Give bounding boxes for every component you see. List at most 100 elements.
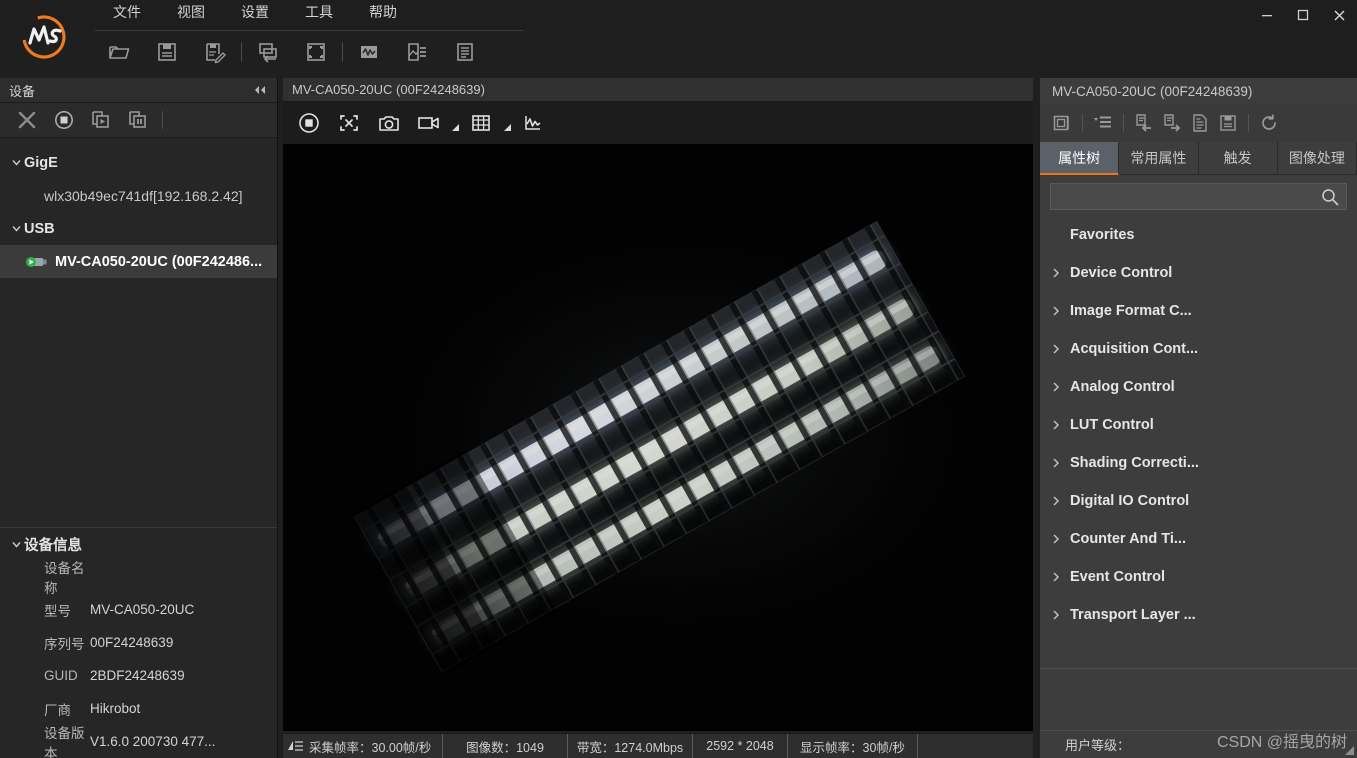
log-icon[interactable] [441, 32, 489, 72]
tab-property-tree[interactable]: 属性树 [1040, 142, 1120, 175]
camera-live-image[interactable] [283, 144, 1033, 731]
info-row-model: 型号 MV-CA050-20UC [0, 593, 277, 626]
save-icon[interactable] [143, 32, 191, 72]
search-icon[interactable] [1321, 188, 1339, 206]
device-info-header[interactable]: 设备信息 [0, 528, 277, 560]
device-link-icon[interactable] [244, 32, 292, 72]
status-label: 采集帧率：30.00帧/秒 [309, 740, 432, 755]
roi-frame-icon[interactable] [292, 32, 340, 72]
property-item-label: Counter And Ti... [1070, 531, 1186, 547]
device-toolbar-separator [162, 111, 163, 129]
chevron-right-icon [1052, 420, 1070, 430]
record-options-caret-icon[interactable] [449, 104, 461, 142]
close-button[interactable] [1321, 0, 1357, 30]
device-item-usb-0[interactable]: MV-CA050-20UC (00F242486... [0, 245, 277, 278]
minimize-button[interactable] [1249, 0, 1285, 30]
export-config-icon[interactable] [1158, 108, 1186, 138]
property-item-label: Digital IO Control [1070, 493, 1190, 509]
info-value: 2BDF24248639 [90, 668, 185, 683]
menu-file[interactable]: 文件 [95, 0, 159, 24]
info-key: 厂商 [44, 702, 71, 718]
property-item-label: Event Control [1070, 569, 1166, 585]
prop-separator-2 [1123, 114, 1124, 132]
property-item-label: LUT Control [1070, 417, 1154, 433]
property-item-event-control[interactable]: Event Control [1040, 558, 1357, 596]
property-item-label: Shading Correcti... [1070, 455, 1199, 471]
usb-camera-icon [26, 255, 48, 269]
stop-record-icon[interactable] [45, 105, 82, 135]
open-folder-icon[interactable] [95, 32, 143, 72]
save-as-icon[interactable] [191, 32, 239, 72]
video-record-icon[interactable] [409, 104, 449, 142]
property-item-digital-io-control[interactable]: Digital IO Control [1040, 482, 1357, 520]
expand-list-icon[interactable] [1089, 108, 1117, 138]
save-disk-icon[interactable] [1214, 108, 1242, 138]
property-item-label: Analog Control [1070, 379, 1175, 395]
collapse-left-icon[interactable] [251, 82, 269, 98]
search-input[interactable] [1051, 189, 1346, 204]
tab-trigger[interactable]: 触发 [1198, 142, 1278, 175]
captured-scene-photo [283, 144, 1033, 731]
chevron-right-icon [1052, 382, 1070, 392]
grid-options-caret-icon[interactable] [501, 104, 513, 142]
camera-snapshot-icon[interactable] [369, 104, 409, 142]
collapse-panel-icon[interactable] [1048, 108, 1076, 138]
image-panel-header: MV-CA050-20UC (00F24248639) [283, 78, 1033, 102]
search-box[interactable] [1050, 183, 1347, 210]
property-item-lut-control[interactable]: LUT Control [1040, 406, 1357, 444]
device-info-section: 设备信息 设备名称 型号 MV-CA050-20UC 序列号 00F242486… [0, 527, 277, 758]
property-item-label: Acquisition Cont... [1070, 341, 1199, 357]
property-item-favorites[interactable]: Favorites [1040, 216, 1357, 254]
start-all-icon[interactable] [82, 105, 119, 135]
property-item-shading-correction[interactable]: Shading Correcti... [1040, 444, 1357, 482]
tab-image-processing[interactable]: 图像处理 [1277, 142, 1357, 175]
info-value: Hikrobot [90, 701, 141, 716]
grid-icon[interactable] [461, 104, 501, 142]
property-item-acquisition-control[interactable]: Acquisition Cont... [1040, 330, 1357, 368]
import-config-icon[interactable] [1130, 108, 1158, 138]
chevron-down-icon [8, 540, 24, 549]
disconnect-icon[interactable] [8, 105, 45, 135]
window-controls [1249, 0, 1357, 30]
property-item-analog-control[interactable]: Analog Control [1040, 368, 1357, 406]
fit-window-icon[interactable] [329, 104, 369, 142]
menu-view[interactable]: 视图 [159, 0, 223, 24]
file-icon[interactable] [1186, 108, 1214, 138]
info-row-firmware: 设备版本 V1.6.0 200730 477... [0, 725, 277, 758]
main-toolbar [95, 30, 523, 72]
mvs-logo-icon [20, 13, 68, 61]
property-item-counter-and-timer[interactable]: Counter And Ti... [1040, 520, 1357, 558]
property-item-transport-layer-control[interactable]: Transport Layer ... [1040, 596, 1357, 634]
image-toolbar [283, 102, 1033, 144]
tree-group-usb[interactable]: USB [0, 212, 277, 245]
tab-common-properties[interactable]: 常用属性 [1119, 142, 1199, 175]
info-row-guid: GUID 2BDF24248639 [0, 659, 277, 692]
device-item-gige-0[interactable]: wlx30b49ec741df[192.168.2.42] [0, 179, 277, 212]
stop-grab-icon[interactable] [289, 104, 329, 142]
pause-all-icon[interactable] [119, 105, 156, 135]
refresh-icon[interactable] [1255, 108, 1283, 138]
device-panel: 设备 GigE wlx30b49ec741df[192.168.2.42] US… [0, 78, 278, 758]
mvs-application-window: 文件 视图 设置 工具 帮助 设备 GigE wlx30b49ec741df[1… [0, 0, 1357, 758]
info-key: 设备版本 [44, 725, 85, 758]
chevron-right-icon [1052, 534, 1070, 544]
menu-bar: 文件 视图 设置 工具 帮助 [95, 0, 415, 24]
waveform-icon[interactable] [345, 32, 393, 72]
chevron-right-icon [1052, 458, 1070, 468]
menu-help[interactable]: 帮助 [351, 0, 415, 24]
property-item-label: Image Format C... [1070, 303, 1192, 319]
property-tree-list[interactable]: Favorites Device Control Image Format C.… [1040, 216, 1357, 644]
maximize-button[interactable] [1285, 0, 1321, 30]
menu-settings[interactable]: 设置 [223, 0, 287, 24]
property-item-image-format-control[interactable]: Image Format C... [1040, 292, 1357, 330]
prop-separator-3 [1248, 114, 1249, 132]
device-item-label: wlx30b49ec741df[192.168.2.42] [44, 187, 243, 204]
device-toolbar [0, 103, 277, 138]
menu-tools[interactable]: 工具 [287, 0, 351, 24]
chevron-right-icon [1052, 344, 1070, 354]
tree-group-gige[interactable]: GigE [0, 146, 277, 179]
histogram-icon[interactable] [513, 104, 553, 142]
property-item-device-control[interactable]: Device Control [1040, 254, 1357, 292]
image-list-icon[interactable] [393, 32, 441, 72]
device-item-label: MV-CA050-20UC (00F242486... [55, 253, 263, 270]
